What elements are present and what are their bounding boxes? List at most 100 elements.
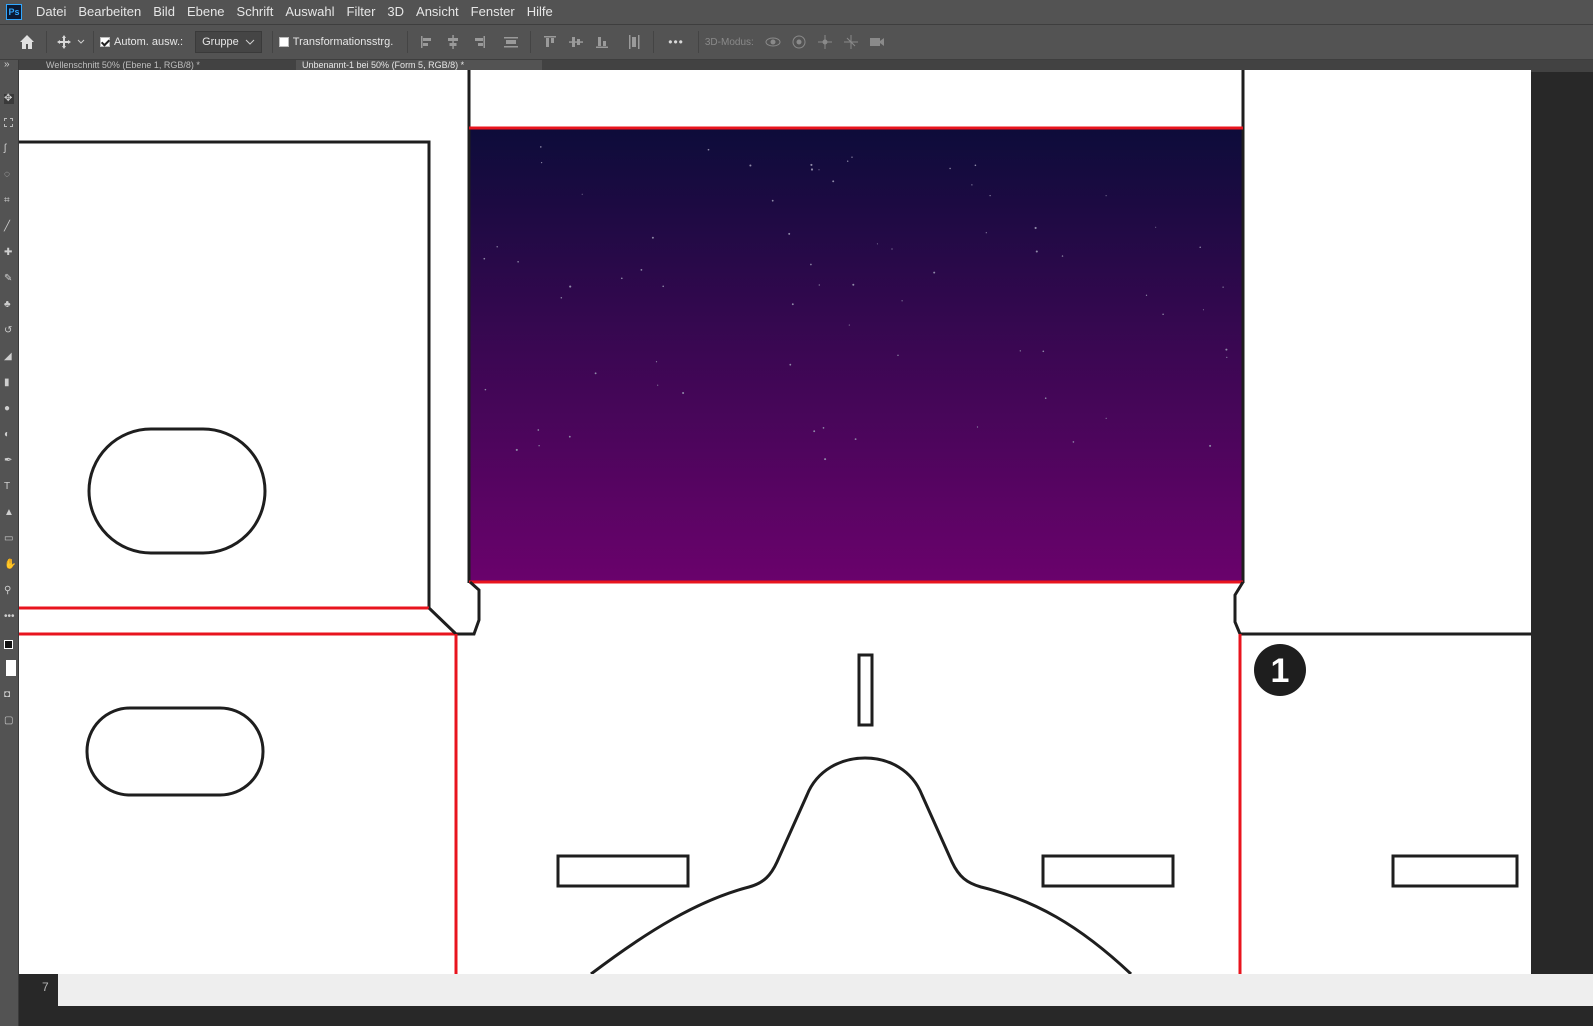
star xyxy=(810,163,813,166)
star xyxy=(1145,294,1148,296)
align-left-icon[interactable] xyxy=(418,33,436,51)
chevron-down-icon[interactable] xyxy=(75,39,87,45)
star xyxy=(539,146,542,148)
tab-slot xyxy=(857,653,874,727)
star xyxy=(1155,226,1157,228)
marquee-tool-icon[interactable] xyxy=(4,118,13,127)
camera-3d-icon[interactable] xyxy=(868,33,886,51)
star xyxy=(891,248,893,250)
star xyxy=(788,232,791,235)
menu-item-schrift[interactable]: Schrift xyxy=(231,0,280,24)
orbit-3d-icon[interactable] xyxy=(764,33,782,51)
star xyxy=(813,430,816,433)
star xyxy=(517,261,519,263)
menu-item-fenster[interactable]: Fenster xyxy=(465,0,521,24)
star xyxy=(657,384,659,386)
auto-select-checkbox[interactable]: Autom. ausw.: xyxy=(100,36,183,48)
move-tool-icon[interactable] xyxy=(53,31,75,53)
align-center-icon[interactable] xyxy=(444,33,462,51)
menu-item-filter[interactable]: Filter xyxy=(341,0,382,24)
eraser-tool-icon[interactable]: ◢ xyxy=(4,352,14,362)
gradient-tool-icon[interactable]: ▮ xyxy=(4,378,14,388)
star xyxy=(496,246,498,248)
status-bar-zoom: 7 xyxy=(42,980,49,994)
star xyxy=(1105,417,1107,419)
crop-tool-icon[interactable]: ⌗ xyxy=(4,196,14,206)
dodge-tool-icon[interactable]: ◐ xyxy=(4,430,14,440)
align-middle-icon[interactable] xyxy=(567,33,585,51)
roll-3d-icon[interactable] xyxy=(790,33,808,51)
photoshop-logo-icon: Ps xyxy=(6,4,22,20)
star xyxy=(848,324,850,326)
divider xyxy=(530,31,532,53)
pan-3d-icon[interactable] xyxy=(816,33,834,51)
lasso-tool-icon[interactable]: ʃ xyxy=(4,144,14,154)
home-icon[interactable] xyxy=(14,29,40,55)
pasteboard xyxy=(58,974,1593,1006)
type-tool-icon[interactable]: T xyxy=(4,482,14,492)
star xyxy=(682,391,685,395)
star xyxy=(1202,309,1204,311)
divider xyxy=(407,31,409,53)
blur-tool-icon[interactable]: ● xyxy=(4,404,14,414)
menu-item-3d[interactable]: 3D xyxy=(381,0,410,24)
align-top-icon[interactable] xyxy=(541,33,559,51)
star xyxy=(483,257,486,260)
divider xyxy=(93,31,94,53)
star xyxy=(852,283,855,286)
edit-toolbar-icon[interactable]: ••• xyxy=(4,612,15,622)
group-select[interactable]: Gruppe xyxy=(195,31,262,53)
distribute-icon[interactable] xyxy=(502,33,520,51)
eyedropper-tool-icon[interactable]: ╱ xyxy=(4,222,14,232)
checkbox-checked-icon[interactable] xyxy=(100,37,110,47)
slide-3d-icon[interactable] xyxy=(842,33,860,51)
star xyxy=(515,448,518,451)
star xyxy=(1044,397,1047,400)
menu-item-ansicht[interactable]: Ansicht xyxy=(410,0,465,24)
star xyxy=(949,167,951,170)
star xyxy=(989,194,991,197)
star xyxy=(1034,226,1037,230)
screen-mode-icon[interactable]: ▢ xyxy=(4,716,14,726)
menu-item-bild[interactable]: Bild xyxy=(147,0,181,24)
star xyxy=(1105,195,1107,197)
menu-item-bearbeiten[interactable]: Bearbeiten xyxy=(72,0,147,24)
align-bottom-icon[interactable] xyxy=(593,33,611,51)
move-tool-icon[interactable]: ✥ xyxy=(4,94,14,104)
star xyxy=(640,268,643,271)
zoom-tool-icon[interactable]: ⚲ xyxy=(4,586,14,596)
quick-mask-icon[interactable]: ◘ xyxy=(4,690,14,700)
star xyxy=(538,445,540,447)
star xyxy=(976,426,979,428)
history-brush-icon[interactable]: ↺ xyxy=(4,326,14,336)
star xyxy=(560,297,563,299)
mode-3d-label: 3D-Modus: xyxy=(704,36,754,48)
menu-item-hilfe[interactable]: Hilfe xyxy=(521,0,559,24)
brush-tool-icon[interactable]: ✎ xyxy=(4,274,14,284)
dieline-artwork: 1 xyxy=(19,70,1531,974)
step-number-badge: 1 xyxy=(1254,644,1306,696)
clone-stamp-icon[interactable]: ♣ xyxy=(4,300,14,310)
collapse-panel-icon[interactable]: » xyxy=(4,60,14,70)
menu-item-auswahl[interactable]: Auswahl xyxy=(279,0,340,24)
menu-item-datei[interactable]: Datei xyxy=(30,0,72,24)
hand-tool-icon[interactable]: ✋ xyxy=(4,560,16,570)
path-select-icon[interactable]: ▲ xyxy=(4,508,14,518)
star xyxy=(985,232,987,234)
quick-select-tool-icon[interactable]: ◌ xyxy=(4,170,14,180)
pen-tool-icon[interactable]: ✒ xyxy=(4,456,14,466)
shape-tool-icon[interactable]: ▭ xyxy=(4,534,14,544)
checkbox-unchecked-icon[interactable] xyxy=(278,37,289,47)
menu-item-ebene[interactable]: Ebene xyxy=(181,0,231,24)
transform-controls-checkbox[interactable]: Transformationsstrg. xyxy=(278,36,393,48)
foreground-color-swatch[interactable] xyxy=(4,640,13,649)
document-canvas[interactable]: 1 xyxy=(19,70,1531,974)
star xyxy=(662,285,664,288)
star xyxy=(933,271,936,274)
background-color-swatch[interactable] xyxy=(6,660,16,676)
star xyxy=(540,161,543,164)
more-options-button[interactable]: ••• xyxy=(668,35,684,49)
distribute-vertical-icon[interactable] xyxy=(625,33,643,51)
align-right-icon[interactable] xyxy=(470,33,488,51)
healing-brush-icon[interactable]: ✚ xyxy=(4,248,14,258)
